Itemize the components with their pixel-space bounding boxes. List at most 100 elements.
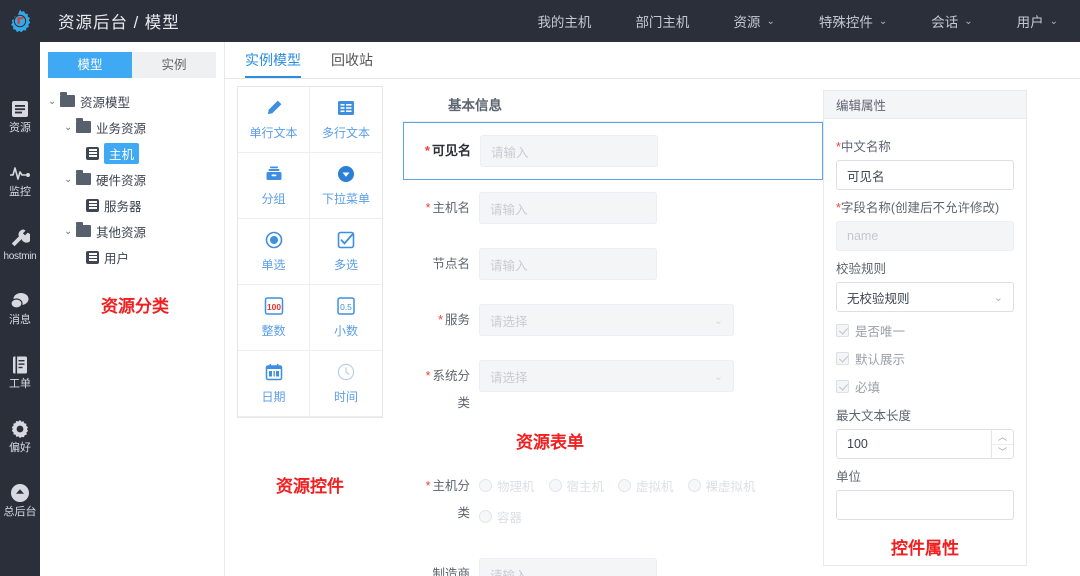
form-label-text-line2: 类 [457, 396, 470, 410]
service-select[interactable]: 请选择 ⌄ [479, 304, 734, 336]
chevron-down-icon: ⌄ [964, 15, 973, 27]
rail-item-monitor[interactable]: 监控 [0, 148, 40, 212]
palette-item-checkbox[interactable]: 多选 [310, 219, 382, 285]
rail-item-main-admin[interactable]: 总后台 [0, 468, 40, 532]
chevron-down-icon[interactable]: ⌄ [64, 174, 76, 185]
palette-item-radio[interactable]: 单选 [238, 219, 310, 285]
up-circle-icon [9, 482, 31, 504]
checkbox-label: 默认展示 [855, 353, 906, 367]
dropdown-icon [336, 164, 356, 184]
chevron-down-icon[interactable]: ⌄ [64, 226, 76, 237]
required-marker: * [425, 479, 431, 493]
tree-node-server[interactable]: 服务器 [46, 192, 224, 218]
radio-label: 物理机 [497, 480, 535, 494]
form-row-system-category[interactable]: * 系统分 类 请选择 ⌄ [403, 348, 823, 426]
rail-item-workorder[interactable]: 工单 [0, 340, 40, 404]
annotation-resource-form: 资源表单 [516, 433, 584, 452]
tab-recycle-bin[interactable]: 回收站 [331, 42, 373, 78]
chinese-name-input[interactable]: 可见名 [836, 160, 1014, 190]
form-row-visible-name[interactable]: * 可见名 请输入 [403, 122, 823, 180]
radio-physical-machine[interactable]: 物理机 [479, 476, 535, 495]
rail-item-resource[interactable]: 资源 [0, 84, 40, 148]
checkbox-label: 是否唯一 [855, 325, 906, 339]
rail-label: 偏好 [9, 442, 31, 454]
nav-item-my-host[interactable]: 我的主机 [515, 0, 613, 42]
tree-node-hardware-resource[interactable]: ⌄ 硬件资源 [46, 166, 224, 192]
radio-virtual-machine[interactable]: 虚拟机 [618, 476, 674, 495]
placeholder-text: 请输入 [490, 258, 528, 273]
form-row-service[interactable]: * 服务 请选择 ⌄ [403, 292, 823, 348]
checkbox-required[interactable]: 必填 [836, 377, 1014, 396]
checkbox-default-display[interactable]: 默认展示 [836, 349, 1014, 368]
radio-bare-virtual-machine[interactable]: 裸虚拟机 [687, 476, 756, 495]
placeholder-text: name [847, 229, 879, 243]
max-text-length-stepper[interactable]: 100 ︿ ﹀ [836, 429, 1014, 459]
tree-node-label: 主机 [104, 142, 140, 164]
palette-item-date[interactable]: 日期 [238, 351, 310, 417]
tree-node-user[interactable]: 用户 [46, 244, 224, 270]
tree-node-resource-model[interactable]: ⌄ 资源模型 [46, 88, 224, 114]
stepper-down-icon[interactable]: ﹀ [992, 445, 1013, 459]
palette-item-multi-line-text[interactable]: 多行文本 [310, 87, 382, 153]
nav-item-resource[interactable]: 资源 ⌄ [711, 0, 796, 42]
form-label-text: 主机分 [432, 479, 470, 493]
palette-item-time[interactable]: 时间 [310, 351, 382, 417]
logo-button[interactable] [0, 0, 40, 42]
tree-node-other-resource[interactable]: ⌄ 其他资源 [46, 218, 224, 244]
tree-node-host[interactable]: 主机 [46, 140, 224, 166]
list-icon [9, 98, 31, 120]
chevron-down-icon[interactable]: ⌄ [64, 122, 76, 133]
system-category-select[interactable]: 请选择 ⌄ [479, 360, 734, 392]
rail-item-hostmin[interactable]: hostmin [0, 212, 40, 276]
nav-item-user[interactable]: 用户 ⌄ [995, 0, 1080, 42]
checkbox-checked-icon [836, 324, 849, 337]
folder-icon [60, 92, 75, 107]
form-row-node-name[interactable]: 节点名 请输入 [403, 236, 823, 292]
placeholder-text: 请输入 [490, 202, 528, 217]
palette-item-label: 单选 [261, 258, 286, 272]
segmented-control: 模型 实例 [48, 52, 216, 78]
validation-rule-select[interactable]: 无校验规则 ⌄ [836, 282, 1014, 312]
unit-input[interactable] [836, 490, 1014, 520]
stepper-buttons: ︿ ﹀ [991, 430, 1013, 458]
manufacturer-input[interactable]: 请输入 [479, 558, 657, 576]
resource-form: 基本信息 * 可见名 请输入 * 主机名 请输入 节点名 请输入 * 服务 请选… [403, 86, 823, 576]
tree-node-business-resource[interactable]: ⌄ 业务资源 [46, 114, 224, 140]
nav-item-session[interactable]: 会话 ⌄ [909, 0, 994, 42]
form-row-host-name[interactable]: * 主机名 请输入 [403, 180, 823, 236]
palette-item-single-line-text[interactable]: 单行文本 [238, 87, 310, 153]
form-row-manufacturer[interactable]: 制造商 请输入 [403, 538, 823, 576]
palette-item-label: 下拉菜单 [321, 192, 370, 206]
form-label: 制造商 [403, 558, 479, 576]
rail-item-message[interactable]: 消息 [0, 276, 40, 340]
properties-body: *中文名称 可见名 *字段名称(创建后不允许修改) name 校验规则 无校验规… [824, 119, 1026, 559]
palette-item-integer[interactable]: 100 整数 [238, 285, 310, 351]
radio-container[interactable]: 容器 [479, 507, 823, 526]
visible-name-input[interactable]: 请输入 [480, 135, 658, 167]
chevron-down-icon[interactable]: ⌄ [48, 96, 60, 107]
radio-hypervisor-host[interactable]: 宿主机 [548, 476, 604, 495]
node-name-input[interactable]: 请输入 [479, 248, 657, 280]
checkbox-unique[interactable]: 是否唯一 [836, 321, 1014, 340]
rail-item-preference[interactable]: 偏好 [0, 404, 40, 468]
nav-item-dept-host[interactable]: 部门主机 [613, 0, 711, 42]
form-control: 请输入 [479, 558, 823, 576]
field-name-input[interactable]: name [836, 221, 1014, 251]
palette-item-label: 分组 [261, 192, 286, 206]
stepper-up-icon[interactable]: ︿ [992, 430, 1013, 445]
segment-model[interactable]: 模型 [48, 52, 132, 78]
palette-item-label: 多行文本 [321, 126, 370, 140]
calendar-icon [264, 362, 284, 382]
palette-item-group[interactable]: 分组 [238, 153, 310, 219]
nav-item-special-widget[interactable]: 特殊控件 ⌄ [797, 0, 909, 42]
form-control: 请选择 ⌄ [479, 304, 823, 336]
segment-instance[interactable]: 实例 [132, 52, 216, 78]
checkbox-icon [336, 230, 356, 250]
palette-item-decimal[interactable]: 0.5 小数 [310, 285, 382, 351]
host-name-input[interactable]: 请输入 [479, 192, 657, 224]
folder-icon [76, 170, 91, 185]
palette-item-dropdown[interactable]: 下拉菜单 [310, 153, 382, 219]
tab-instance-model[interactable]: 实例模型 [245, 42, 301, 78]
tray-icon [264, 164, 284, 184]
chevron-down-icon: ⌄ [713, 314, 723, 327]
